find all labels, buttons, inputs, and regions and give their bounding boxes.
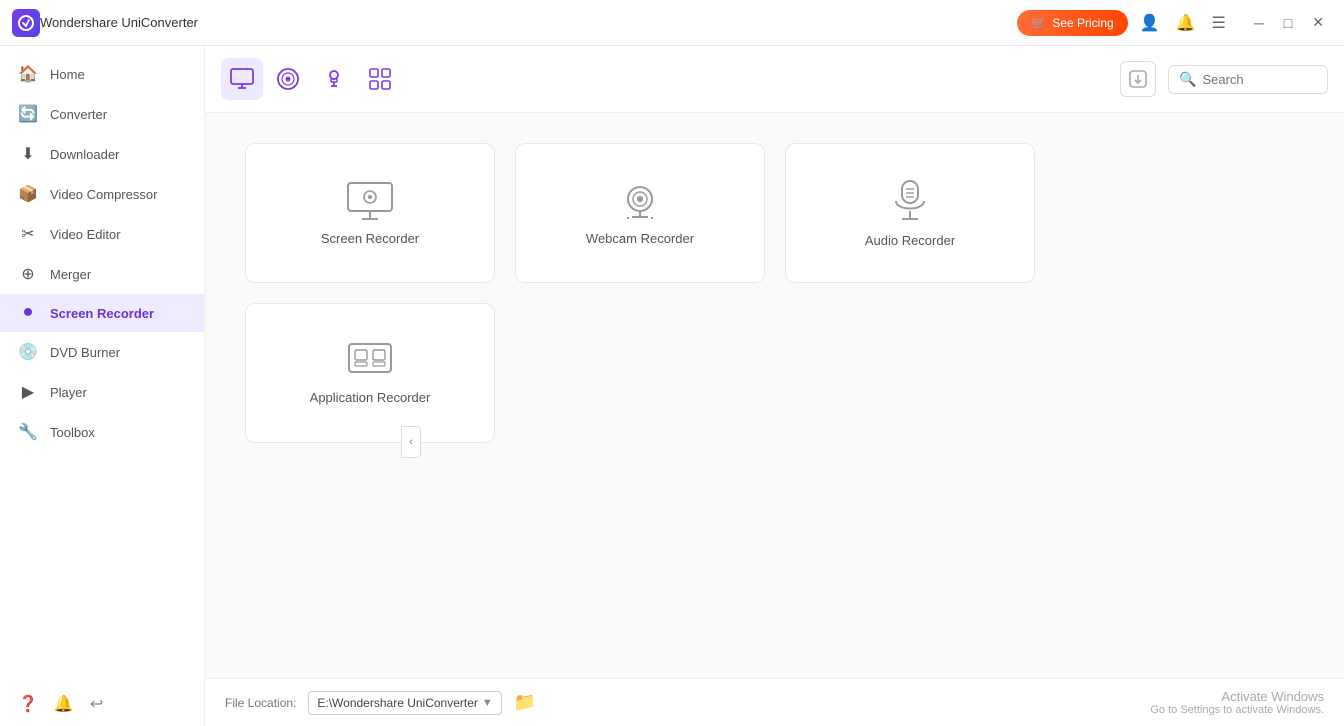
cards-row-1: Screen Recorder Webcam Recorder [245, 143, 1304, 283]
see-pricing-button[interactable]: 🛒 See Pricing [1017, 10, 1127, 36]
window-controls: ─ □ ✕ [1246, 10, 1332, 35]
converter-icon: 🔄 [18, 104, 38, 124]
import-button[interactable] [1120, 61, 1156, 97]
file-location-label: File Location: [225, 696, 296, 710]
video-editor-icon: ✂ [18, 224, 38, 244]
audio-icon [323, 68, 345, 90]
browse-folder-button[interactable]: 📁 [514, 692, 536, 713]
sidebar-item-toolbox[interactable]: 🔧 Toolbox [0, 412, 204, 452]
player-icon: ▶ [18, 382, 38, 402]
sidebar-footer: ❓ 🔔 ↩ [0, 682, 204, 726]
webcam-recorder-card[interactable]: Webcam Recorder [515, 143, 765, 283]
sidebar-label-screen-recorder: Screen Recorder [50, 306, 154, 321]
minimize-button[interactable]: ─ [1246, 10, 1272, 35]
feedback-icon[interactable]: ↩ [90, 694, 103, 714]
sidebar-label-video-compressor: Video Compressor [50, 187, 157, 202]
application-recorder-icon [347, 342, 393, 380]
tab-audio[interactable] [313, 58, 355, 100]
sidebar: 🏠 Home 🔄 Converter ⬇ Downloader 📦 Video … [0, 46, 205, 726]
main-content: ‹ [205, 46, 1344, 726]
screen-recorder-icon [346, 181, 394, 221]
sidebar-label-toolbox: Toolbox [50, 425, 95, 440]
application-recorder-label: Application Recorder [310, 390, 431, 405]
sidebar-item-player[interactable]: ▶ Player [0, 372, 204, 412]
toolbar: 🔍 [205, 46, 1344, 113]
record-icon [277, 68, 299, 90]
app-title: Wondershare UniConverter [40, 15, 1017, 30]
help-icon[interactable]: ❓ [18, 694, 38, 714]
notification-icon[interactable]: 🔔 [54, 694, 74, 714]
file-location-value: E:\Wondershare UniConverter [317, 696, 478, 710]
audio-recorder-label: Audio Recorder [865, 233, 955, 248]
bottom-bar: File Location: E:\Wondershare UniConvert… [205, 678, 1344, 726]
sidebar-label-downloader: Downloader [50, 147, 119, 162]
sidebar-item-screen-recorder[interactable]: ⏺ Screen Recorder [0, 294, 204, 332]
tab-apps[interactable] [359, 58, 401, 100]
screen-recorder-icon: ⏺ [18, 304, 38, 322]
sidebar-item-video-editor[interactable]: ✂ Video Editor [0, 214, 204, 254]
webcam-recorder-label: Webcam Recorder [586, 231, 694, 246]
sidebar-label-converter: Converter [50, 107, 107, 122]
sidebar-item-converter[interactable]: 🔄 Converter [0, 94, 204, 134]
collapse-sidebar-button[interactable]: ‹ [401, 426, 421, 458]
hamburger-icon[interactable]: ☰ [1208, 9, 1230, 37]
maximize-button[interactable]: □ [1276, 10, 1300, 35]
close-button[interactable]: ✕ [1304, 10, 1332, 35]
audio-recorder-icon [890, 179, 930, 223]
import-icon [1128, 69, 1148, 89]
user-icon[interactable]: 👤 [1136, 9, 1164, 37]
search-bar[interactable]: 🔍 [1168, 65, 1328, 94]
search-icon: 🔍 [1179, 71, 1196, 88]
cart-icon: 🛒 [1031, 16, 1046, 30]
sidebar-label-video-editor: Video Editor [50, 227, 121, 242]
sidebar-nav: 🏠 Home 🔄 Converter ⬇ Downloader 📦 Video … [0, 46, 204, 682]
activate-windows-notice: Activate Windows Go to Settings to activ… [1150, 689, 1324, 716]
cards-area: Screen Recorder Webcam Recorder [205, 113, 1344, 678]
video-compressor-icon: 📦 [18, 184, 38, 204]
sidebar-item-home[interactable]: 🏠 Home [0, 54, 204, 94]
audio-recorder-card[interactable]: Audio Recorder [785, 143, 1035, 283]
bell-icon[interactable]: 🔔 [1172, 9, 1200, 37]
screen-recorder-label: Screen Recorder [321, 231, 419, 246]
sidebar-label-player: Player [50, 385, 87, 400]
tab-record[interactable] [267, 58, 309, 100]
apps-icon [369, 68, 391, 90]
sidebar-item-video-compressor[interactable]: 📦 Video Compressor [0, 174, 204, 214]
tab-screen[interactable] [221, 58, 263, 100]
sidebar-label-dvd-burner: DVD Burner [50, 345, 120, 360]
home-icon: 🏠 [18, 64, 38, 84]
sidebar-item-merger[interactable]: ⊕ Merger [0, 254, 204, 294]
search-input[interactable] [1202, 72, 1317, 87]
sidebar-item-downloader[interactable]: ⬇ Downloader [0, 134, 204, 174]
monitor-icon [230, 68, 254, 90]
dropdown-chevron-icon: ▼ [482, 697, 493, 709]
title-bar: Wondershare UniConverter 🛒 See Pricing 👤… [0, 0, 1344, 46]
cards-row-2: Application Recorder [245, 303, 1304, 443]
merger-icon: ⊕ [18, 264, 38, 284]
application-recorder-card[interactable]: Application Recorder [245, 303, 495, 443]
sidebar-item-dvd-burner[interactable]: 💿 DVD Burner [0, 332, 204, 372]
app-body: 🏠 Home 🔄 Converter ⬇ Downloader 📦 Video … [0, 46, 1344, 726]
sidebar-label-merger: Merger [50, 267, 91, 282]
downloader-icon: ⬇ [18, 144, 38, 164]
webcam-recorder-icon [618, 181, 662, 221]
toolbox-icon: 🔧 [18, 422, 38, 442]
sidebar-label-home: Home [50, 67, 85, 82]
file-location-select[interactable]: E:\Wondershare UniConverter ▼ [308, 691, 501, 715]
screen-recorder-card[interactable]: Screen Recorder [245, 143, 495, 283]
dvd-burner-icon: 💿 [18, 342, 38, 362]
title-bar-controls: 🛒 See Pricing 👤 🔔 ☰ ─ □ ✕ [1017, 9, 1332, 37]
app-logo [12, 9, 40, 37]
